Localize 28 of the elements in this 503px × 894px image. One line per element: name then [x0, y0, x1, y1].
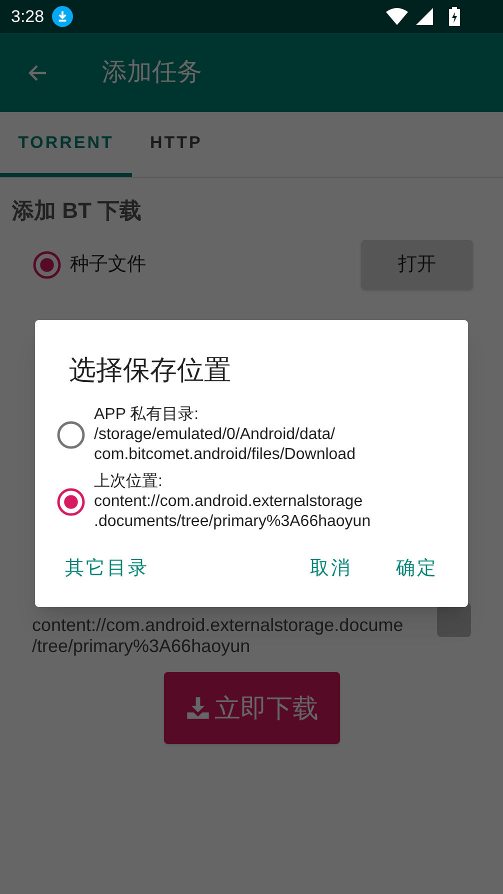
save-path-text: /tree/primary%3A66haoyun: [32, 636, 252, 657]
tab[interactable]: TORRENT: [0, 112, 132, 177]
radio-button[interactable]: [56, 420, 86, 450]
torrent-file-label: 种子文件: [70, 252, 147, 277]
wifi-icon: [386, 8, 408, 25]
location-option[interactable]: 上次位置: content://com.android.externalstorage .documents/tree/primary%3A66haoyun: [35, 472, 468, 532]
option-label: 上次位置:: [94, 472, 164, 492]
location-option[interactable]: APP 私有目录: /storage/emulated/0/Android/data/ com.bitcomet.android/files/Download: [35, 404, 468, 464]
section-title: 添加 BT 下载: [12, 197, 143, 225]
download-icon: [52, 6, 74, 27]
dialog-title: 选择保存位置: [69, 354, 232, 387]
radio-button[interactable]: [56, 486, 86, 516]
dialog-button[interactable]: 取消: [310, 554, 352, 583]
open-button[interactable]: 打开: [361, 240, 473, 290]
option-path: /storage/emulated/0/Android/data/ com.bitcomet.android/files/Download: [94, 424, 356, 464]
radio-button[interactable]: [32, 250, 62, 280]
option-label: APP 私有目录:: [94, 404, 200, 424]
dialog-button[interactable]: 其它目录: [65, 554, 310, 583]
option-path: content://com.android.externalstorage .documents/tree/primary%3A66haoyun: [94, 492, 371, 532]
status-time: 3:28: [11, 6, 44, 28]
app-bar-title: 添加任务: [102, 56, 202, 88]
tab[interactable]: HTTP: [132, 112, 220, 177]
signal-icon: [416, 8, 433, 25]
battery-charging-icon: [449, 7, 460, 26]
download-button[interactable]: 立即下载: [164, 672, 340, 744]
dialog-button[interactable]: 确定: [396, 554, 438, 583]
download-tray-icon: [184, 695, 210, 721]
save-path-text: content://com.android.externalstorage.docume: [32, 615, 404, 636]
